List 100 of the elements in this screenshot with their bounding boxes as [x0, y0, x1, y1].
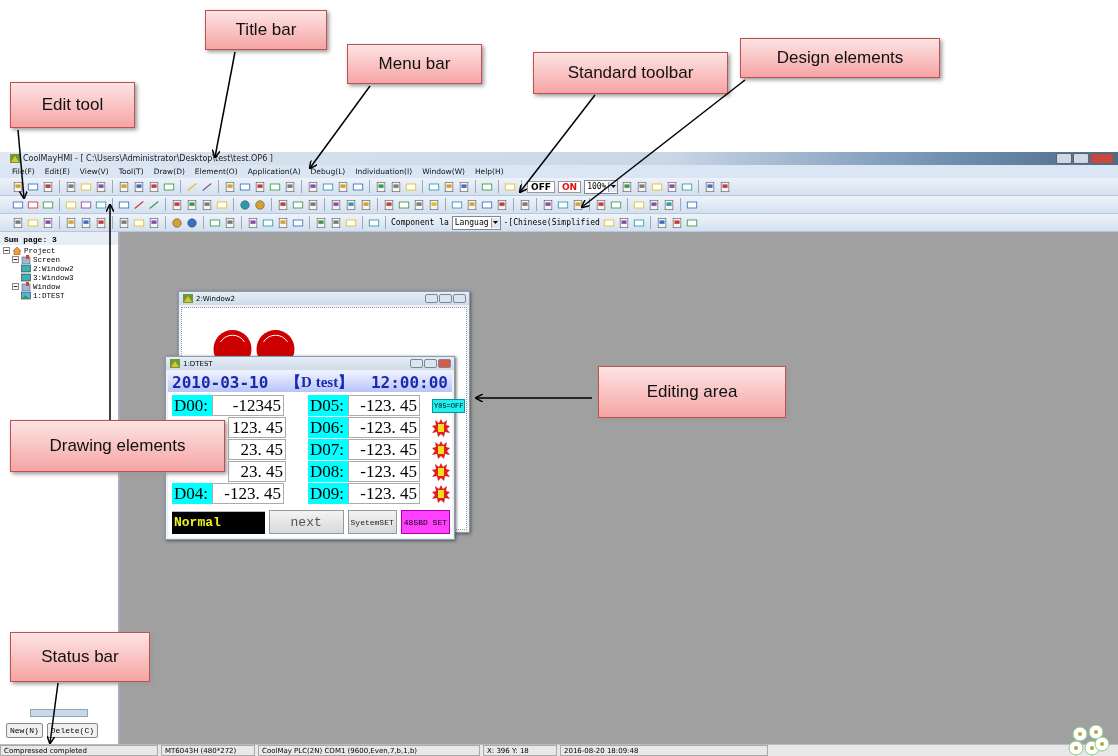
value-field[interactable]: -123. 45 — [348, 461, 420, 482]
screen-button[interactable]: next — [268, 510, 344, 534]
rectangle-icon[interactable] — [398, 198, 410, 211]
value-field[interactable]: 23. 45 — [228, 461, 286, 482]
rectangle-icon[interactable] — [481, 198, 493, 211]
callout-label: Status bar — [10, 632, 150, 682]
callout-label: Edit tool — [10, 82, 135, 128]
alarm-icon — [432, 418, 450, 437]
alarm-icon — [432, 440, 450, 459]
rectangle-icon[interactable] — [610, 198, 622, 211]
maximize-button[interactable] — [1073, 153, 1089, 164]
rectangle-icon[interactable] — [292, 216, 304, 229]
rectangle-icon[interactable] — [481, 180, 493, 193]
rectangle-icon[interactable] — [118, 198, 130, 211]
window-title: CoolMayHMI - [ C:\Users\Administrator\Desktop\test\test.OP6 ] — [23, 154, 273, 163]
house-icon — [12, 246, 22, 255]
circle-icon[interactable] — [254, 198, 266, 211]
component-label: Component la — [391, 218, 449, 227]
collapse-icon[interactable] — [12, 256, 19, 263]
language-select[interactable]: Languag — [451, 215, 501, 230]
rectangle-icon[interactable] — [451, 198, 463, 211]
rectangle-icon[interactable] — [209, 216, 221, 229]
screen-button[interactable]: 485BD SET — [400, 510, 450, 534]
register-label: D09: — [308, 483, 348, 504]
value-field[interactable]: -123. 45 — [348, 483, 420, 504]
folder-icon — [21, 255, 31, 264]
panel-title: Sum page: 3 — [0, 232, 118, 245]
language-label: -[Chinese(Simplified — [503, 218, 600, 227]
rectangle-icon[interactable] — [239, 180, 251, 193]
zoom-select[interactable]: 100% — [584, 179, 619, 194]
circle-icon[interactable] — [186, 216, 198, 229]
value-field[interactable]: -123. 45 — [348, 417, 420, 438]
rectangle-icon[interactable] — [269, 180, 281, 193]
round-button-icon — [256, 330, 295, 356]
value-field[interactable]: 123. 45 — [228, 417, 286, 438]
register-label: D00: — [172, 395, 212, 416]
register-label: D04: — [172, 483, 212, 504]
rectangle-icon[interactable] — [632, 216, 645, 229]
app-icon — [170, 359, 180, 368]
rectangle-icon[interactable] — [42, 198, 54, 211]
circle-icon[interactable] — [171, 216, 183, 229]
line-icon[interactable] — [148, 198, 160, 211]
rectangle-icon[interactable] — [292, 198, 304, 211]
time-display: 12:00:00 — [370, 372, 448, 392]
caret-icon — [493, 221, 498, 224]
callout-label: Menu bar — [347, 44, 482, 84]
document-icon[interactable] — [12, 180, 24, 193]
circle-icon[interactable] — [239, 198, 251, 211]
panel-button[interactable]: New(N) — [6, 723, 43, 738]
picture-icon — [21, 291, 31, 300]
value-field[interactable]: -123. 45 — [348, 395, 420, 416]
alarm-icon — [432, 462, 450, 481]
caret-icon — [610, 185, 616, 188]
rectangle-icon[interactable] — [685, 216, 698, 229]
line-icon[interactable] — [201, 180, 213, 193]
minimize-button[interactable] — [1056, 153, 1072, 164]
rectangle-icon[interactable] — [428, 180, 440, 193]
rectangle-icon[interactable] — [27, 180, 39, 193]
rectangle-icon[interactable] — [686, 198, 698, 211]
screen-button[interactable]: SyetemSET — [347, 510, 397, 534]
app-icon — [183, 294, 193, 303]
callout-label: Drawing elements — [10, 420, 225, 472]
collapse-icon[interactable] — [3, 247, 10, 254]
folder-icon — [21, 282, 31, 291]
rectangle-icon[interactable] — [368, 216, 380, 229]
value-field[interactable]: 23. 45 — [228, 439, 286, 460]
minimize-button[interactable] — [410, 359, 423, 368]
callout-label: Design elements — [740, 38, 940, 78]
value-field[interactable]: -123. 45 — [212, 483, 284, 504]
close-button[interactable] — [438, 359, 451, 368]
date-display: 2010-03-10 — [172, 372, 269, 392]
value-field[interactable]: -123. 45 — [348, 439, 420, 460]
line-icon[interactable] — [133, 198, 145, 211]
collapse-icon[interactable] — [12, 283, 19, 290]
minimize-button[interactable] — [425, 294, 438, 303]
rectangle-icon[interactable] — [95, 198, 107, 211]
app-icon — [10, 154, 20, 163]
register-label: D08: — [308, 461, 348, 482]
rectangle-icon[interactable] — [352, 180, 364, 193]
screen-tag: 【D test】 — [286, 372, 354, 392]
on-toggle[interactable]: ON — [557, 180, 582, 193]
rectangle-icon[interactable] — [27, 198, 39, 211]
callout-label: Standard toolbar — [533, 52, 728, 94]
register-label: D05: — [308, 395, 348, 416]
document-icon[interactable] — [572, 198, 584, 211]
rectangle-icon[interactable] — [681, 180, 694, 193]
rectangle-icon[interactable] — [262, 216, 274, 229]
off-toggle[interactable]: OFF — [527, 180, 555, 193]
maximize-button[interactable] — [439, 294, 452, 303]
close-button[interactable] — [453, 294, 466, 303]
callout-label: Title bar — [205, 10, 327, 50]
value-field[interactable]: -12345 — [212, 395, 284, 416]
rectangle-icon[interactable] — [80, 198, 92, 211]
rectangle-icon[interactable] — [322, 180, 334, 193]
register-label: D07: — [308, 439, 348, 460]
rectangle-icon[interactable] — [163, 180, 175, 193]
maximize-button[interactable] — [424, 359, 437, 368]
scroll-bar[interactable] — [30, 709, 88, 717]
rectangle-icon[interactable] — [12, 198, 24, 211]
alarm-icon — [432, 484, 450, 503]
